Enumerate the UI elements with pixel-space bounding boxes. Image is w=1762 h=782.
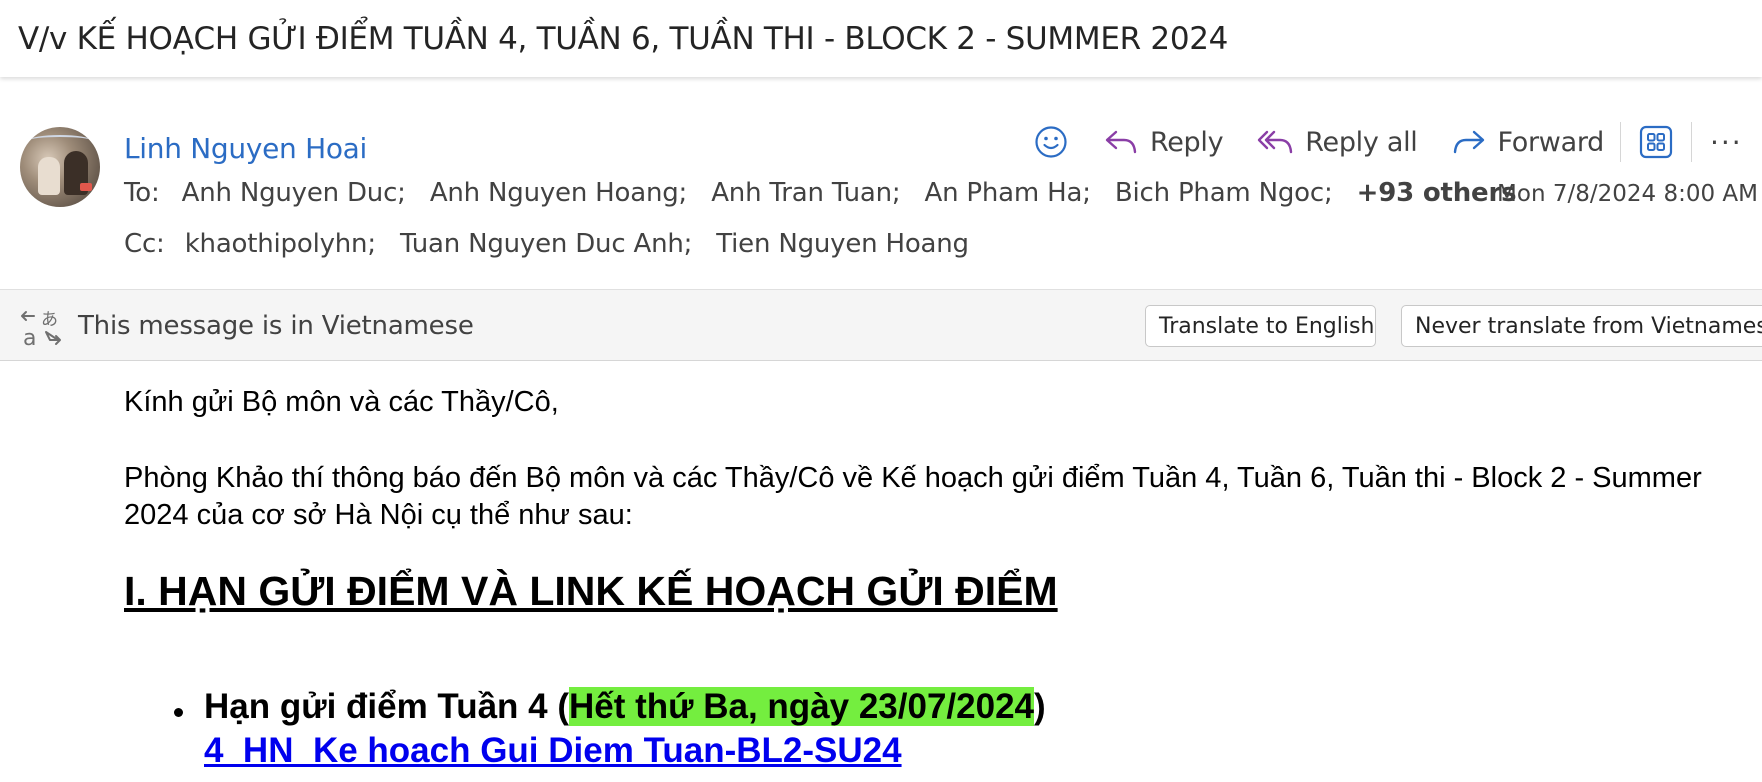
bullet-marker	[174, 708, 183, 717]
translation-message: This message is in Vietnamese	[78, 311, 474, 341]
cc-recipient[interactable]: khaothipolyhn;	[185, 229, 376, 259]
greeting: Kính gửi Bộ môn và các Thầy/Cô,	[124, 386, 559, 418]
body-paragraph: Phòng Khảo thí thông báo đến Bộ môn và c…	[124, 462, 1702, 531]
toolbar-divider	[1690, 122, 1692, 162]
email-subject: V/v KẾ HOẠCH GỬI ĐIỂM TUẦN 4, TUẦN 6, TU…	[18, 20, 1229, 57]
translate-to-english-button[interactable]: Translate to English	[1145, 305, 1376, 347]
recipient[interactable]: An Pham Ha;	[925, 178, 1091, 208]
reply-all-button[interactable]: Reply all	[1257, 126, 1418, 158]
cc-label: Cc:	[124, 229, 165, 259]
to-label: To:	[124, 178, 160, 208]
recipient[interactable]: Anh Tran Tuan;	[711, 178, 900, 208]
never-translate-button[interactable]: Never translate from Vietnamese	[1401, 305, 1762, 347]
translation-bar: あ a This message is in Vietnamese Transl…	[0, 289, 1762, 361]
reaction-button[interactable]	[1034, 125, 1068, 159]
translate-icon: あ a	[20, 308, 62, 353]
plan-link[interactable]: 4_HN_Ke hoach Gui Diem Tuan-BL2-SU24	[204, 731, 902, 771]
svg-text:a: a	[23, 326, 36, 348]
deadline-highlight: Hết thứ Ba, ngày 23/07/2024	[569, 687, 1035, 726]
avatar[interactable]	[20, 127, 100, 207]
deadline-item: Hạn gửi điểm Tuần 4 (Hết thứ Ba, ngày 23…	[204, 687, 1046, 727]
svg-text:あ: あ	[41, 310, 58, 330]
smiley-icon	[1034, 125, 1068, 159]
forward-icon	[1452, 127, 1486, 157]
sent-date: Mon 7/8/2024 8:00 AM	[1497, 181, 1758, 207]
avatar-badge	[80, 183, 92, 191]
forward-button[interactable]: Forward	[1452, 127, 1604, 158]
section-heading: I. HẠN GỬI ĐIỂM VÀ LINK KẾ HOẠCH GỬI ĐIỂ…	[124, 568, 1058, 614]
forward-label: Forward	[1497, 126, 1605, 158]
deadline-suffix: )	[1034, 687, 1046, 726]
cc-recipients: Cc: khaothipolyhn; Tuan Nguyen Duc Anh; …	[124, 229, 985, 259]
avatar-arc	[30, 135, 90, 145]
message-actions: Reply Reply all Forward ···	[1034, 122, 1743, 162]
reply-all-label: Reply all	[1305, 126, 1418, 158]
toolbar-divider	[1619, 122, 1621, 162]
apps-icon	[1639, 125, 1673, 159]
recipient[interactable]: Anh Nguyen Hoang;	[430, 178, 688, 208]
more-actions-button[interactable]: ···	[1710, 126, 1743, 159]
reply-all-icon	[1257, 127, 1293, 157]
avatar-figure-left	[38, 157, 60, 195]
more-recipients-link[interactable]: +93 others	[1357, 178, 1517, 208]
reply-icon	[1104, 127, 1138, 157]
recipient[interactable]: Anh Nguyen Duc;	[182, 178, 406, 208]
cc-recipient[interactable]: Tien Nguyen Hoang	[716, 229, 969, 259]
apps-button[interactable]	[1639, 125, 1673, 159]
to-recipients: To: Anh Nguyen Duc; Anh Nguyen Hoang; An…	[124, 178, 1517, 208]
reply-button[interactable]: Reply	[1104, 126, 1224, 158]
cc-recipient[interactable]: Tuan Nguyen Duc Anh;	[400, 229, 692, 259]
subject-bar: V/v KẾ HOẠCH GỬI ĐIỂM TUẦN 4, TUẦN 6, TU…	[0, 0, 1762, 77]
sender-name[interactable]: Linh Nguyen Hoai	[124, 132, 367, 165]
more-icon: ···	[1709, 125, 1743, 159]
recipient[interactable]: Bich Pham Ngoc;	[1115, 178, 1333, 208]
reply-label: Reply	[1150, 126, 1224, 158]
deadline-prefix: Hạn gửi điểm Tuần 4 (	[204, 687, 570, 726]
